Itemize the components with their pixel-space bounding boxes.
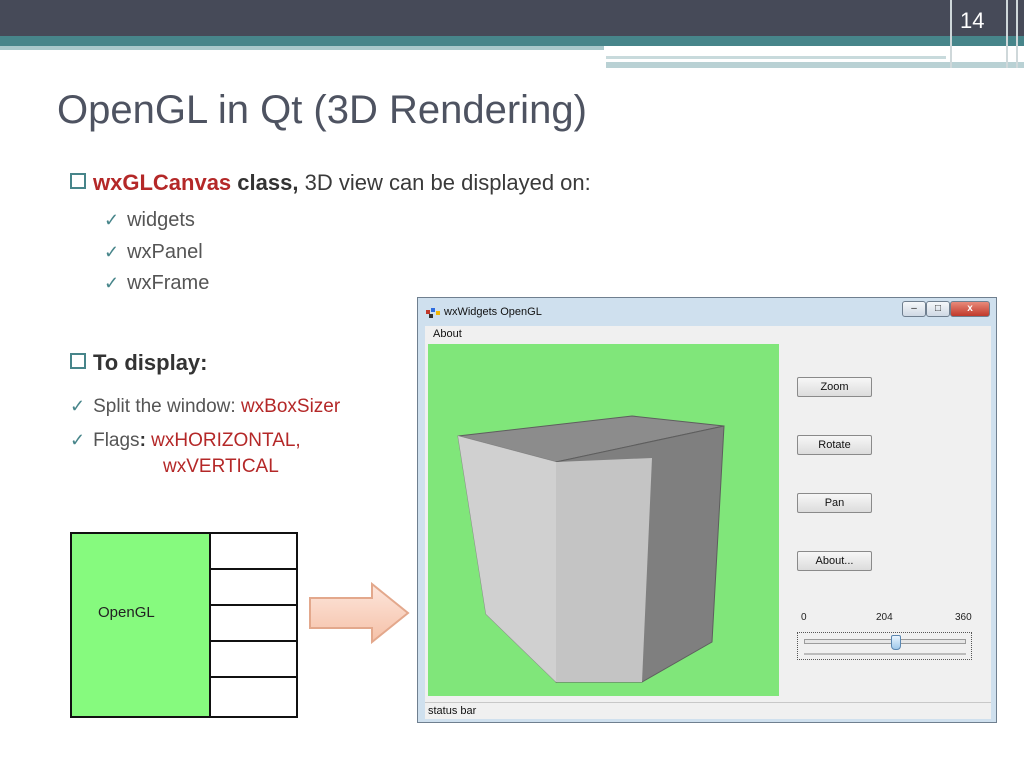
slide-number: 14 [960, 8, 985, 33]
diagram-opengl-pane: OpenGL [72, 534, 211, 716]
cube-render [457, 415, 725, 684]
right-arrow-icon [309, 582, 410, 644]
rotate-button[interactable]: Rotate [797, 435, 872, 455]
diagram-cell [211, 642, 298, 678]
angle-slider[interactable] [797, 632, 972, 660]
bullet-wxglcanvas: wxGLCanvas class, 3D view can be display… [70, 170, 591, 196]
slider-ticks [804, 653, 966, 655]
slider-value-label: 204 [876, 612, 893, 623]
checkmark-icon: ✓ [104, 210, 120, 230]
wx-app-icon [426, 308, 440, 318]
header-accent-band [0, 36, 1024, 46]
header-divider [1016, 0, 1018, 68]
sub-bullet-wxframe: ✓ wxFrame [104, 272, 210, 294]
bullet-highlight: wxGLCanvas [93, 170, 232, 195]
header-light-band-2 [606, 56, 946, 59]
close-button[interactable]: x [950, 301, 990, 317]
app-window: wxWidgets OpenGL – □ x About Zoom Rotate… [417, 297, 997, 723]
bullet-bold: class, [237, 170, 299, 195]
header-light-band-3 [606, 62, 1024, 68]
checkmark-icon: ✓ [70, 396, 86, 416]
slider-max-label: 360 [955, 612, 972, 623]
window-client-area: Zoom Rotate Pan About... 0 204 360 [425, 342, 991, 702]
hollow-square-icon [70, 353, 86, 369]
diagram-cell [211, 606, 298, 642]
about-button[interactable]: About... [797, 551, 872, 571]
bullet-text: 3D view can be displayed on: [298, 170, 591, 195]
header-band [0, 0, 1024, 36]
bullet-to-display: To display: [70, 350, 208, 376]
zoom-button[interactable]: Zoom [797, 377, 872, 397]
slider-track[interactable] [804, 639, 966, 644]
slider-min-label: 0 [801, 612, 807, 623]
sub-bullet-wxpanel: ✓ wxPanel [104, 241, 203, 263]
sub-bullet-flags: ✓ Flags: wxHORIZONTAL, [70, 430, 301, 451]
menu-about[interactable]: About [433, 328, 462, 340]
hollow-square-icon [70, 173, 86, 189]
header-divider [1006, 0, 1008, 68]
status-bar: status bar [425, 702, 991, 719]
pan-button[interactable]: Pan [797, 493, 872, 513]
checkmark-icon: ✓ [104, 242, 120, 262]
window-title: wxWidgets OpenGL [444, 306, 542, 318]
status-text: status bar [428, 705, 477, 717]
minimize-button[interactable]: – [902, 301, 926, 317]
slider-thumb[interactable] [890, 635, 901, 650]
diagram-cell [211, 534, 298, 570]
menu-bar: About [425, 326, 991, 343]
sub-bullet-split-window: ✓ Split the window: wxBoxSizer [70, 396, 341, 417]
maximize-button[interactable]: □ [926, 301, 950, 317]
slide-title: OpenGL in Qt (3D Rendering) [57, 88, 587, 132]
header-light-band [0, 46, 604, 50]
layout-diagram: OpenGL [70, 532, 298, 718]
opengl-canvas[interactable] [428, 344, 779, 696]
header-divider [950, 0, 952, 68]
flag-vertical: wxVERTICAL [163, 456, 279, 477]
sub-bullet-widgets: ✓ widgets [104, 209, 195, 231]
diagram-cell [211, 570, 298, 606]
checkmark-icon: ✓ [70, 430, 86, 450]
checkmark-icon: ✓ [104, 273, 120, 293]
